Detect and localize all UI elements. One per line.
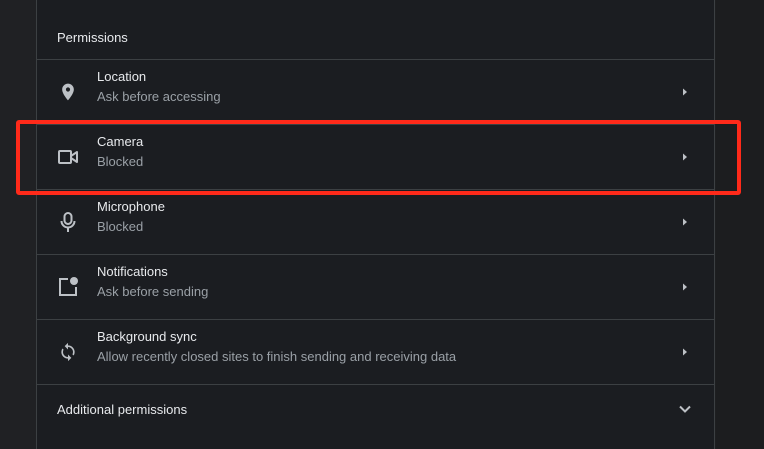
chevron-right-icon[interactable] [677,60,693,124]
additional-permissions-label: Additional permissions [57,402,188,417]
permission-status: Ask before sending [97,284,209,299]
permissions-card: Permissions Location Ask before accessin… [36,0,715,449]
permission-row-location[interactable]: Location Ask before accessing [37,59,714,124]
permission-label: Notifications [97,264,168,279]
permission-status: Ask before accessing [97,89,221,104]
chevron-right-icon[interactable] [677,255,693,319]
video-camera-icon [57,125,79,189]
permission-label: Background sync [97,329,197,344]
permission-status: Blocked [97,154,144,169]
chevron-right-icon[interactable] [677,125,693,189]
permission-label: Location [97,69,147,84]
permission-status: Allow recently closed sites to finish se… [97,349,457,364]
permission-row-background-sync[interactable]: Background sync Allow recently closed si… [37,319,714,384]
notification-icon [57,255,79,319]
microphone-icon [57,190,79,254]
additional-permissions-toggle[interactable]: Additional permissions [37,384,714,434]
permission-label: Microphone [97,199,165,214]
permission-row-notifications[interactable]: Notifications Ask before sending [37,254,714,319]
permission-row-microphone[interactable]: Microphone Blocked [37,189,714,254]
permission-status: Blocked [97,219,144,234]
sync-icon [57,320,79,384]
permission-label: Camera [97,134,144,149]
location-pin-icon [57,60,79,124]
section-title: Permissions [57,30,128,45]
right-backdrop [716,0,764,449]
permission-row-camera[interactable]: Camera Blocked [37,124,714,189]
left-backdrop [0,0,36,449]
chevron-right-icon[interactable] [677,190,693,254]
chevron-right-icon[interactable] [677,320,693,384]
chevron-down-icon[interactable] [675,399,695,419]
